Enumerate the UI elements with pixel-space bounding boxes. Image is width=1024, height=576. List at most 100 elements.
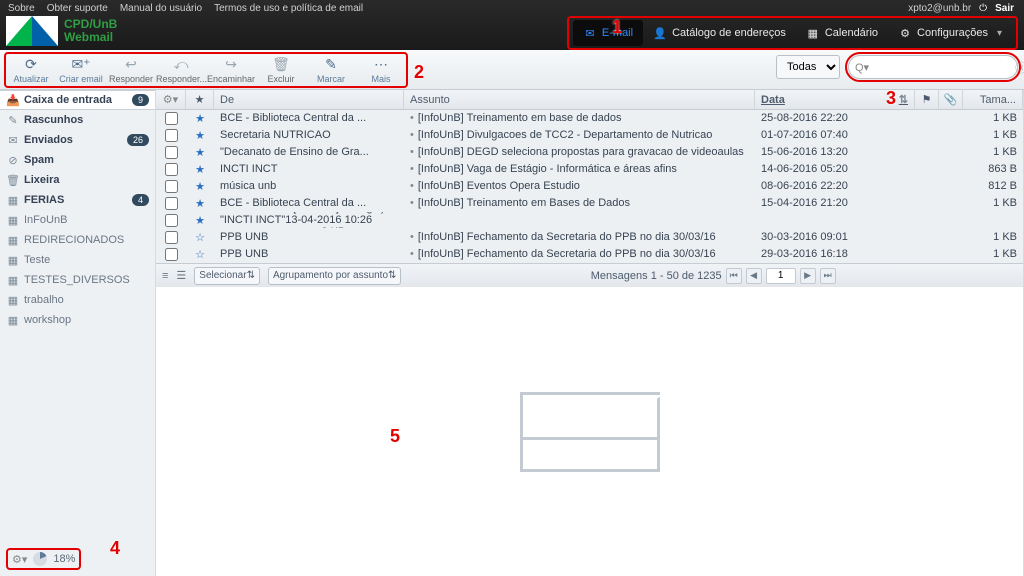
row-star[interactable]: ★ bbox=[186, 178, 214, 194]
quota-footer: ⚙▾ 18% bbox=[6, 548, 81, 570]
replyall-button[interactable]: ⤺Responder... bbox=[156, 56, 206, 86]
folder-workshop[interactable]: ▦workshop bbox=[0, 310, 155, 330]
row-flag[interactable] bbox=[915, 246, 939, 262]
folder-infounb[interactable]: ▦InFoUnB bbox=[0, 210, 155, 230]
message-row[interactable]: ★música unb•[InfoUnB] Eventos Opera Estu… bbox=[156, 178, 1023, 195]
row-star[interactable]: ★ bbox=[186, 212, 214, 228]
row-checkbox[interactable] bbox=[165, 146, 178, 159]
message-row[interactable]: ★BCE - Biblioteca Central da ...•[InfoUn… bbox=[156, 110, 1023, 127]
row-star[interactable]: ★ bbox=[186, 127, 214, 143]
row-checkbox[interactable] bbox=[165, 214, 178, 227]
row-attach bbox=[939, 110, 963, 126]
row-star[interactable]: ★ bbox=[186, 195, 214, 211]
row-flag[interactable] bbox=[915, 178, 939, 194]
page-first[interactable]: ⏮ bbox=[726, 268, 742, 284]
list-toggle-icon[interactable]: ☰ bbox=[176, 269, 186, 282]
nav-addressbook[interactable]: 👤 Catálogo de endereços bbox=[643, 20, 796, 46]
link-about[interactable]: Sobre bbox=[8, 3, 35, 14]
delete-button[interactable]: 🗑Excluir bbox=[256, 56, 306, 86]
nav-email[interactable]: ✉ E-mail bbox=[573, 20, 643, 46]
folder-lixeira[interactable]: 🗑Lixeira bbox=[0, 170, 155, 190]
col-attach[interactable]: 📎 bbox=[939, 90, 963, 109]
mark-button[interactable]: ✎Marcar bbox=[306, 56, 356, 86]
trash-icon: 🗑 bbox=[256, 56, 306, 74]
reply-button[interactable]: ↩Responder bbox=[106, 56, 156, 86]
folder-name: Enviados bbox=[24, 134, 127, 146]
nav-settings[interactable]: ⚙ Configurações ▾ bbox=[888, 20, 1012, 46]
col-date[interactable]: Data⇅ bbox=[755, 90, 915, 109]
message-row[interactable]: ★INCTI INCT•[InfoUnB] Vaga de Estágio - … bbox=[156, 161, 1023, 178]
clear-search-icon[interactable]: ⓧ bbox=[1015, 59, 1024, 76]
row-flag[interactable] bbox=[915, 229, 939, 245]
link-support[interactable]: Obter suporte bbox=[47, 3, 108, 14]
row-attach bbox=[939, 229, 963, 245]
row-star[interactable]: ☆ bbox=[186, 229, 214, 245]
refresh-button[interactable]: ⟳Atualizar bbox=[6, 56, 56, 86]
search-box[interactable]: Q▾ ⓧ bbox=[848, 55, 1018, 79]
row-flag[interactable] bbox=[915, 110, 939, 126]
select-menu[interactable]: Selecionar ⇅ bbox=[194, 267, 260, 285]
folder-sidebar: 📥Caixa de entrada9✎Rascunhos✉Enviados26⊘… bbox=[0, 90, 156, 576]
message-row[interactable]: ★"Decanato de Ensino de Gra...•[InfoUnB]… bbox=[156, 144, 1023, 161]
search-input[interactable] bbox=[873, 61, 1015, 73]
folder-redirecionados[interactable]: ▦REDIRECIONADOS bbox=[0, 230, 155, 250]
grouping-menu[interactable]: Agrupamento por assunto ⇅ bbox=[268, 267, 401, 285]
page-next[interactable]: ▶ bbox=[800, 268, 816, 284]
page-last[interactable]: ⏭ bbox=[820, 268, 836, 284]
row-size: 3 KB bbox=[285, 226, 345, 228]
row-flag[interactable] bbox=[915, 127, 939, 143]
folder-spam[interactable]: ⊘Spam bbox=[0, 150, 155, 170]
col-config[interactable]: ⚙▾ bbox=[156, 90, 186, 109]
more-button[interactable]: ⋯Mais bbox=[356, 56, 406, 86]
row-star[interactable]: ☆ bbox=[186, 246, 214, 262]
folder-rascunhos[interactable]: ✎Rascunhos bbox=[0, 110, 155, 130]
folder-testes-diversos[interactable]: ▦TESTES_DIVERSOS bbox=[0, 270, 155, 290]
folder-enviados[interactable]: ✉Enviados26 bbox=[0, 130, 155, 150]
folder-icon: ▦ bbox=[6, 214, 20, 227]
col-from[interactable]: De bbox=[214, 90, 404, 109]
forward-button[interactable]: ↪Encaminhar bbox=[206, 56, 256, 86]
folder-caixa-de-entrada[interactable]: 📥Caixa de entrada9 bbox=[0, 90, 155, 110]
settings-gear-icon[interactable]: ⚙▾ bbox=[12, 553, 27, 566]
col-subject[interactable]: Assunto bbox=[404, 90, 755, 109]
row-flag[interactable] bbox=[915, 161, 939, 177]
message-row[interactable]: ★"INCTI INCT" •[InfoUnB] Divulgação de v… bbox=[156, 212, 1023, 229]
row-flag[interactable] bbox=[915, 195, 939, 211]
message-row[interactable]: ☆PPB UNB•[InfoUnB] Fechamento da Secreta… bbox=[156, 246, 1023, 263]
link-manual[interactable]: Manual do usuário bbox=[120, 3, 202, 14]
folder-icon: ✎ bbox=[6, 114, 20, 127]
folder-ferias[interactable]: ▦FERIAS4 bbox=[0, 190, 155, 210]
page-input[interactable] bbox=[766, 268, 796, 284]
link-terms[interactable]: Termos de uso e política de email bbox=[214, 3, 363, 14]
message-row[interactable]: ★Secretaria NUTRICAO•[InfoUnB] Divulgaco… bbox=[156, 127, 1023, 144]
row-checkbox[interactable] bbox=[165, 163, 178, 176]
folder-teste[interactable]: ▦Teste bbox=[0, 250, 155, 270]
logout-button[interactable]: Sair bbox=[995, 3, 1014, 14]
row-star[interactable]: ★ bbox=[186, 144, 214, 160]
thread-toggle-icon[interactable]: ≡ bbox=[162, 270, 168, 282]
filter-select[interactable]: Todas bbox=[776, 55, 840, 79]
folder-badge: 26 bbox=[127, 134, 149, 146]
col-size[interactable]: Tama... bbox=[963, 90, 1023, 109]
compose-button[interactable]: ✉⁺Criar email bbox=[56, 56, 106, 86]
message-row[interactable]: ★BCE - Biblioteca Central da ...•[InfoUn… bbox=[156, 195, 1023, 212]
row-attach bbox=[939, 127, 963, 143]
row-flag[interactable] bbox=[915, 144, 939, 160]
more-label: Mais bbox=[356, 74, 406, 84]
col-star[interactable]: ★ bbox=[186, 90, 214, 109]
row-checkbox[interactable] bbox=[165, 248, 178, 261]
row-checkbox[interactable] bbox=[165, 231, 178, 244]
row-checkbox[interactable] bbox=[165, 197, 178, 210]
row-checkbox[interactable] bbox=[165, 129, 178, 142]
message-row[interactable]: ☆PPB UNB•[InfoUnB] Fechamento da Secreta… bbox=[156, 229, 1023, 246]
row-star[interactable]: ★ bbox=[186, 161, 214, 177]
row-checkbox[interactable] bbox=[165, 180, 178, 193]
row-star[interactable]: ★ bbox=[186, 110, 214, 126]
row-checkbox[interactable] bbox=[165, 112, 178, 125]
page-prev[interactable]: ◀ bbox=[746, 268, 762, 284]
refresh-label: Atualizar bbox=[6, 74, 56, 84]
nav-calendar[interactable]: ▦ Calendário bbox=[796, 20, 888, 46]
folder-trabalho[interactable]: ▦trabalho bbox=[0, 290, 155, 310]
col-flag[interactable]: ⚑ bbox=[915, 90, 939, 109]
row-size: 812 B bbox=[963, 178, 1023, 194]
